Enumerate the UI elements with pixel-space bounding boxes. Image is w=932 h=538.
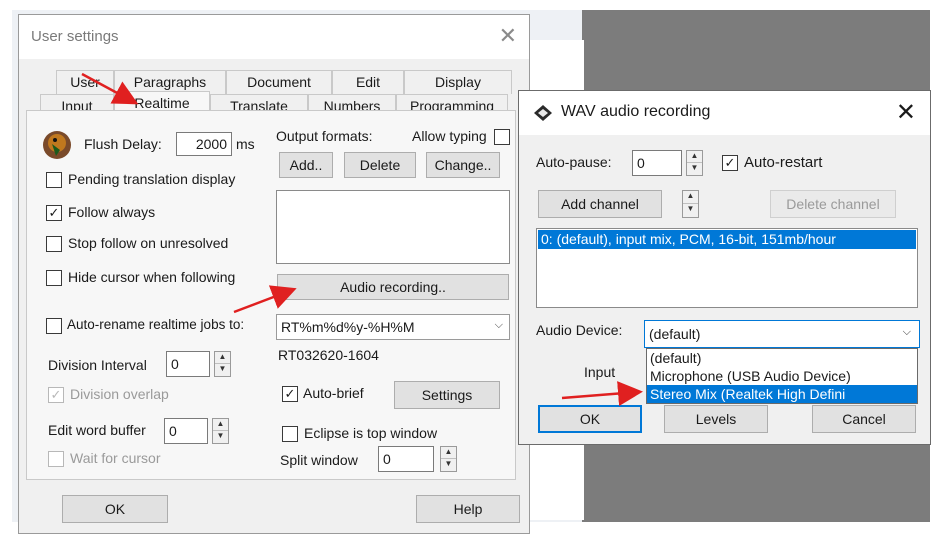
arrow-to-stereo-mix xyxy=(561,381,643,407)
arrow-to-audio-recording xyxy=(233,285,297,314)
arrow-to-realtime-tab xyxy=(81,72,139,105)
annotation-arrows xyxy=(81,72,643,407)
